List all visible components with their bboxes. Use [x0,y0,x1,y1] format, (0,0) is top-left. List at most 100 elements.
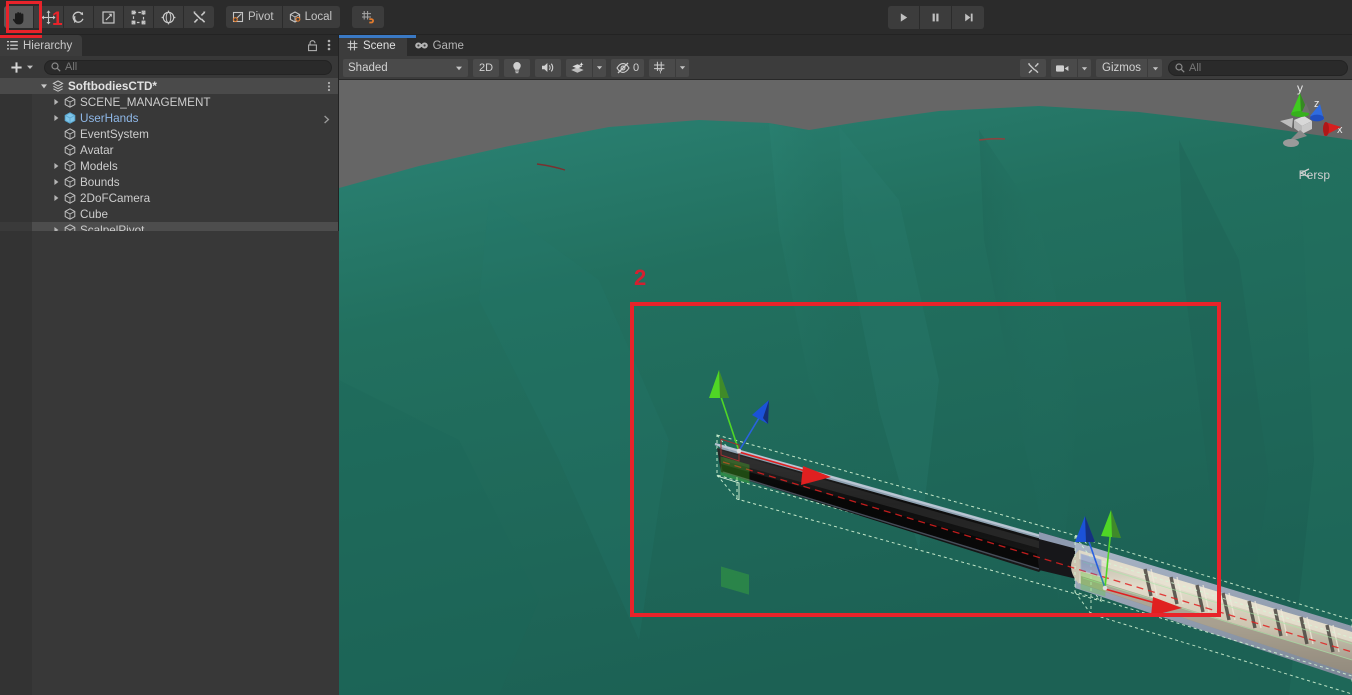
grid-icon [347,40,358,51]
gameobject-icon [62,192,77,204]
gizmo-search-input[interactable]: All [1168,60,1348,76]
scene-tabbar: Scene Game [339,35,1352,56]
scene-name-label: SoftbodiesCTD* [68,79,157,93]
grid-visibility-button[interactable]: Y [649,58,690,77]
row-gutter [0,142,32,158]
scene-camera-button[interactable] [1051,59,1092,77]
plus-icon [11,61,22,73]
expand-twisty[interactable] [50,194,62,202]
hierarchy-scene-row[interactable]: SoftbodiesCTD* [0,78,338,94]
pause-button[interactable] [920,6,952,29]
scene-grid-icon: Y [654,61,665,75]
hierarchy-row[interactable]: Cube [0,206,338,222]
scene-view-toolbar: Shaded 2D 0 Y Gizmos All [339,56,1352,80]
hierarchy-row[interactable]: UserHands [0,110,338,126]
perspective-icon [1299,168,1309,178]
search-icon [1175,63,1185,73]
expand-twisty[interactable] [50,178,62,186]
effects-dropdown-arrow[interactable] [592,58,606,77]
effects-icon-wrap [566,59,589,77]
effects-icon [571,62,584,73]
gizmo-search-placeholder: All [1189,62,1202,74]
local-space-icon [289,11,300,23]
lighting-toggle-button[interactable] [504,58,530,77]
lock-icon[interactable] [307,39,318,52]
hierarchy-row-label: SCENE_MANAGEMENT [80,95,211,109]
scene-kebab-icon[interactable] [327,81,331,95]
hand-tool-button[interactable] [4,6,34,28]
row-gutter [0,158,32,174]
scene-toolbar-right-group: Gizmos All [1015,59,1348,77]
expand-twisty[interactable] [50,114,62,122]
pivot-handle-group: Pivot Local [226,6,341,28]
scale-tool-button[interactable] [94,6,124,28]
play-button[interactable] [888,6,920,29]
scene-viewport[interactable]: 2 y z x Persp [339,80,1352,695]
gizmos-label: Gizmos [1102,62,1141,74]
row-gutter [0,174,32,190]
gameobject-icon [62,208,77,220]
hierarchy-row[interactable]: EventSystem [0,126,338,142]
kebab-menu-icon[interactable] [327,38,331,52]
hierarchy-row[interactable]: Avatar [0,142,338,158]
step-button[interactable] [952,6,984,29]
search-icon [51,62,61,72]
expand-twisty[interactable] [50,98,62,106]
draw-mode-dropdown[interactable]: Shaded [343,58,468,77]
audio-toggle-button[interactable] [535,58,561,77]
grid-snapping-button[interactable] [352,6,385,28]
camera-dropdown-arrow[interactable] [1077,59,1091,77]
hierarchy-row-label: Bounds [80,175,120,189]
hierarchy-row[interactable]: SCENE_MANAGEMENT [0,94,338,110]
chevron-down-icon [456,66,462,70]
hierarchy-row[interactable]: Bounds [0,174,338,190]
prefab-icon [62,112,77,124]
scene-tools-button[interactable] [1020,59,1047,77]
projection-mode-label[interactable]: Persp [1299,168,1330,182]
annotation-step-2: 2 [634,265,647,290]
tab-hierarchy-label: Hierarchy [23,39,73,52]
scene-panel: Scene Game Shaded 2D 0 Y Gizmos All 2 y … [339,35,1352,695]
pivot-mode-label: Pivot [248,11,274,23]
gizmos-dropdown-arrow[interactable] [1147,59,1162,77]
row-gutter [0,206,32,222]
create-object-button[interactable] [6,60,37,75]
hierarchy-tabbar: Hierarchy [0,35,338,56]
handle-rotation-button[interactable]: Local [282,6,341,28]
row-gutter [0,110,32,126]
custom-tool-button[interactable] [184,6,214,28]
expand-twisty[interactable] [50,162,62,170]
hierarchy-row-label: Models [80,159,118,173]
pivot-icon [232,11,244,23]
draw-mode-label: Shaded [348,61,388,74]
rotate-tool-button[interactable] [64,6,94,28]
hidden-count-label: 0 [633,61,640,74]
unity-editor-window: Pivot Local 1 Hierarchy All SoftbodiesCT… [0,0,1352,695]
hierarchy-search-row: All [0,56,338,78]
wrench-icon [1027,62,1039,73]
grid-dropdown-arrow[interactable] [675,58,689,77]
gameobject-icon [62,176,77,188]
pivot-mode-button[interactable]: Pivot [226,6,283,28]
effects-toggle-button[interactable] [566,58,606,77]
hierarchy-icon [7,41,18,50]
tab-hierarchy[interactable]: Hierarchy [0,35,83,56]
scene-twisty[interactable] [38,82,50,90]
hidden-objects-button[interactable]: 0 [611,58,645,77]
hierarchy-search-input[interactable]: All [44,59,332,75]
playmode-controls [888,6,984,29]
tab-game[interactable]: Game [407,35,475,56]
active-tab-underline [339,35,416,38]
hierarchy-row[interactable]: Models [0,158,338,174]
row-gutter [0,126,32,142]
transform-tool-button[interactable] [154,6,184,28]
2d-toggle-button[interactable]: 2D [473,58,499,77]
hierarchy-empty-area[interactable] [0,231,339,695]
viewport-render [339,80,1352,695]
main-toolbar: Pivot Local 1 [0,0,1352,35]
rect-tool-button[interactable] [124,6,154,28]
gizmos-dropdown[interactable]: Gizmos [1096,59,1162,77]
tab-scene[interactable]: Scene [339,35,407,56]
chevron-down-icon [27,65,33,69]
hierarchy-row[interactable]: 2DoFCamera [0,190,338,206]
